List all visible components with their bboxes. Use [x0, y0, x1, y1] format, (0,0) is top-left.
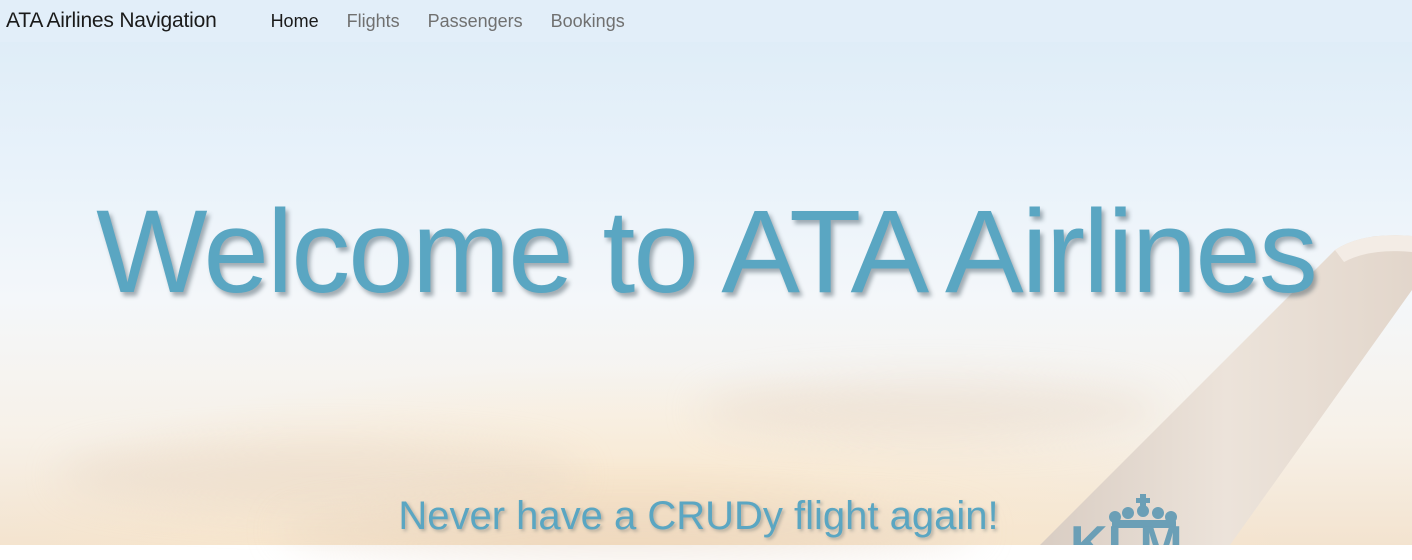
top-navbar: ATA Airlines Navigation Home Flights Pas… [0, 0, 1412, 42]
nav-item-passengers[interactable]: Passengers [428, 11, 523, 32]
nav-item-bookings[interactable]: Bookings [551, 11, 625, 32]
hero-title: Welcome to ATA Airlines [96, 186, 1318, 318]
nav-item-flights[interactable]: Flights [347, 11, 400, 32]
nav-item-home[interactable]: Home [271, 11, 319, 32]
navbar-brand[interactable]: ATA Airlines Navigation [6, 9, 217, 33]
nav-links: Home Flights Passengers Bookings [271, 11, 653, 32]
hero-subtitle: Never have a CRUDy flight again! [398, 494, 999, 538]
